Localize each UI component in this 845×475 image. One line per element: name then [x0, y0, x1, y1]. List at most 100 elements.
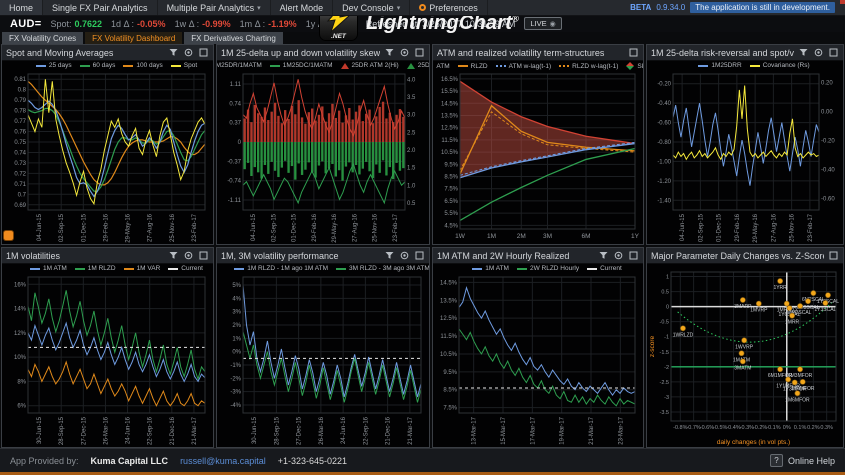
legend-item-25dc-atm-2-hi[interactable]: 25DC ATM 2(Hi) [406, 62, 429, 69]
snapshot-icon[interactable] [613, 251, 624, 261]
legend-marker [433, 65, 434, 67]
svg-text:14.5%: 14.5% [441, 101, 459, 107]
legend-item-1m25dc-1matm[interactable]: 1M25DC/1MATM [269, 62, 333, 69]
svg-text:-3.5: -3.5 [660, 410, 669, 416]
maximize-icon[interactable] [628, 48, 639, 58]
menu-bar: Home Single FX Pair Analytics Multiple Pai… [0, 0, 845, 16]
chart-canvas[interactable]: 1M ATM 2W RLZD Hourly Current 13-Mar-17 15-M… [433, 264, 643, 447]
panel-title: 1M volatilities [6, 250, 61, 261]
menu-item-dev-console[interactable]: Dev Console ▾ [333, 0, 411, 15]
legend-item-atm[interactable]: ATM [433, 62, 450, 70]
svg-text:-0.7%: -0.7% [686, 425, 700, 431]
panel-title: Spot and Moving Averages [6, 47, 114, 58]
menu-items: Home Single FX Pair Analytics Multiple Pai… [0, 0, 488, 15]
chart-canvas[interactable]: 25 days 60 days 100 days Spot 04-Jun-15 02-Se… [2, 61, 213, 244]
panel-title: Major Parameter Daily Changes vs. Z-Scor… [651, 250, 824, 261]
legend-item-3m-rlzd-3m-ago-3m-atm[interactable]: 3M RLZD - 3M ago 3M ATM [336, 265, 429, 272]
chart-canvas[interactable]: 1M ATM 1M RLZD 1M VAR Current 30-Jun-15 28-Se… [2, 264, 213, 447]
chart-canvas[interactable]: 1M25DR/1MATM 1M25DC/1MATM 25DR ATM 2(Hi) 25… [217, 61, 429, 244]
legend-item-current[interactable]: Current [168, 265, 203, 272]
maximize-icon[interactable] [628, 251, 639, 261]
legend-item-current[interactable]: Current [587, 265, 622, 272]
chart-svg[interactable]: 04-Jun-15 02-Sep-15 01-Dec-15 29-Feb-16 29-M… [217, 61, 429, 244]
chart-canvas[interactable]: ATM RLZD ATM w-lag(t-1) RLZD w-lag(t-1) SD-1… [433, 61, 643, 244]
legend-item-1m-var[interactable]: 1M VAR [123, 265, 160, 272]
menu-item-single-fx-pair-analytics[interactable]: Single FX Pair Analytics [43, 0, 158, 15]
legend-item-1m25dr-1matm[interactable]: 1M25DR/1MATM [217, 62, 262, 69]
chart-svg[interactable]: 04-Jun-15 02-Sep-15 01-Dec-15 29-Feb-16 29-M… [647, 61, 843, 244]
legend-item-2w-rlzd-hourly[interactable]: 2W RLZD Hourly [516, 265, 579, 272]
snapshot-icon[interactable] [183, 251, 194, 261]
svg-text:0.20: 0.20 [821, 81, 833, 87]
svg-text:-4%: -4% [230, 403, 241, 409]
legend-item-rlzd-w-lag-t-1[interactable]: RLZD w-lag(t-1) [559, 62, 618, 70]
legend-item-1m-rlzd-1m-ago-1m-atm[interactable]: 1M RLZD - 1M ago 1M ATM [234, 265, 328, 272]
legend-item-1m-rlzd[interactable]: 1M RLZD [74, 265, 116, 272]
svg-text:01-Dec-15: 01-Dec-15 [292, 213, 298, 242]
svg-text:-0.20: -0.20 [821, 139, 835, 145]
filter-icon[interactable] [384, 48, 395, 58]
snapshot-icon[interactable] [399, 48, 410, 58]
legend-item-25-days[interactable]: 25 days [35, 62, 72, 69]
legend-item-spot[interactable]: Spot [170, 62, 197, 69]
svg-text:7.5%: 7.5% [444, 187, 458, 193]
legend-item-1m-atm[interactable]: 1M ATM [472, 265, 509, 272]
snapshot-icon[interactable] [399, 251, 410, 261]
legend-item-atm-w-lag-t-1[interactable]: ATM w-lag(t-1) [495, 62, 552, 70]
legend-label: ATM w-lag(t-1) [508, 62, 552, 70]
close-button-edge[interactable] [840, 0, 845, 4]
snapshot-icon[interactable] [813, 48, 824, 58]
svg-text:9.5%: 9.5% [443, 370, 457, 376]
menu-item-multiple-pair-analytics[interactable]: Multiple Pair Analytics ▾ [158, 0, 271, 15]
legend-item-covariance-rs[interactable]: Covariance (Rs) [749, 62, 810, 69]
chart-svg[interactable]: 30-Jun-15 28-Sep-15 27-Dec-15 26-Mar-16 24-J… [217, 264, 429, 447]
tab-fx-volatility-dashboard[interactable]: FX Volatility Dashboard [85, 32, 183, 44]
filter-icon[interactable] [798, 48, 809, 58]
maximize-icon[interactable] [198, 251, 209, 261]
legend-item-1m-atm[interactable]: 1M ATM [30, 265, 67, 272]
legend-item-25dr-atm-2-hi[interactable]: 25DR ATM 2(Hi) [340, 62, 399, 69]
maximize-icon[interactable] [198, 48, 209, 58]
email-link[interactable]: russell@kuma.capital [180, 456, 266, 466]
preferences-icon [419, 4, 427, 11]
filter-icon[interactable] [168, 251, 179, 261]
live-badge[interactable]: LIVE ◉ [524, 17, 562, 30]
chart-svg[interactable]: 13-Mar-17 15-Mar-17 17-Mar-17 19-Mar-17 21-M… [433, 264, 643, 447]
chart-svg[interactable]: 30-Jun-15 28-Sep-15 27-Dec-15 26-Mar-16 24-J… [2, 264, 213, 447]
chart-canvas[interactable]: 1M25DRR Covariance (Rs) 04-Jun-15 02-Sep-15… [647, 61, 843, 244]
tab-fx-volatility-cones[interactable]: FX Volatility Cones [2, 32, 84, 44]
legend-item-rlzd[interactable]: RLZD [457, 62, 488, 70]
legend-item-100-days[interactable]: 100 days [123, 62, 163, 69]
legend-item-60-days[interactable]: 60 days [79, 62, 115, 69]
filter-icon[interactable] [168, 48, 179, 58]
svg-text:0: 0 [666, 305, 669, 311]
svg-text:-0.3%: -0.3% [740, 425, 754, 431]
annotation-marker[interactable] [4, 231, 13, 240]
chart-canvas[interactable]: -0.8% -0.7% -0.6% -0.5% -0.4% -0.3% -0.2% -0.1%… [647, 264, 843, 447]
legend-item-1m25drr[interactable]: 1M25DRR [698, 62, 742, 69]
menu-item-preferences[interactable]: Preferences [410, 0, 488, 15]
maximize-icon[interactable] [828, 48, 839, 58]
chart-svg[interactable]: -0.8%-0.7%-0.6%-0.5%-0.4%-0.3%-0.2%-0.1%… [647, 264, 843, 447]
svg-text:-0.60: -0.60 [657, 121, 671, 127]
snapshot-icon[interactable] [183, 48, 194, 58]
menu-item-home[interactable]: Home [0, 0, 44, 15]
chart-svg[interactable]: 04-Jun-15 02-Sep-15 01-Dec-15 29-Feb-16 29-M… [2, 61, 213, 244]
legend-item-sd-10-r[interactable]: SD-10%(R) [626, 62, 643, 70]
chart-svg[interactable]: 1W 1M 2M 3M 6M 1Y 16.5% 15.5% 14.5% 13.5% 12.5% 11.… [433, 61, 643, 244]
svg-text:22-Sep-16: 22-Sep-16 [148, 416, 154, 445]
filter-icon[interactable] [384, 251, 395, 261]
menu-item-alert-mode[interactable]: Alert Mode [271, 0, 334, 15]
svg-text:13.5%: 13.5% [441, 113, 459, 119]
stat-spot: Spot: 0.7622 [50, 19, 102, 29]
svg-text:0.81: 0.81 [14, 77, 26, 83]
maximize-icon[interactable] [414, 251, 425, 261]
chart-canvas[interactable]: 1M RLZD - 1M ago 1M ATM 3M RLZD - 3M ago … [217, 264, 429, 447]
tab-fx-derivatives-charting[interactable]: FX Derivatives Charting [184, 32, 283, 44]
online-help-button[interactable]: ? Online Help [769, 454, 835, 467]
svg-text:1WVRP: 1WVRP [735, 344, 753, 350]
filter-icon[interactable] [598, 251, 609, 261]
maximize-icon[interactable] [828, 251, 839, 261]
svg-text:0.71: 0.71 [14, 182, 26, 188]
maximize-icon[interactable] [414, 48, 425, 58]
